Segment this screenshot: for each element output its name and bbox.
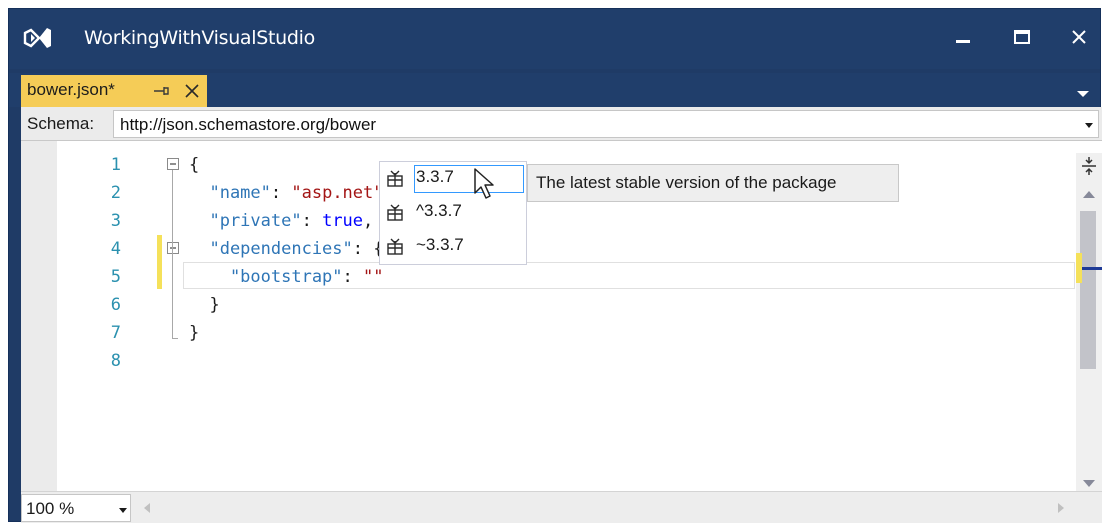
code-token: ""	[363, 267, 384, 287]
editor-margin	[21, 141, 57, 491]
split-editor-icon[interactable]	[1080, 155, 1098, 177]
completion-tooltip: The latest stable version of the package	[527, 164, 899, 202]
schema-url-value: http://json.schemastore.org/bower	[120, 115, 377, 134]
code-line[interactable]: }	[189, 295, 220, 315]
line-number: 6	[110, 295, 121, 315]
minimize-button[interactable]	[945, 21, 981, 53]
code-token: "dependencies"	[189, 239, 353, 259]
code-token: :	[270, 183, 292, 203]
scroll-down-icon[interactable]	[1082, 479, 1096, 489]
code-line[interactable]: "dependencies": {	[189, 239, 383, 259]
line-number: 1	[110, 155, 121, 175]
code-token: ,	[363, 211, 374, 231]
chevron-down-icon[interactable]	[1075, 87, 1091, 99]
close-icon	[1072, 30, 1086, 44]
vertical-scrollbar[interactable]	[1076, 153, 1102, 491]
package-icon	[387, 238, 403, 255]
code-token: true	[322, 211, 364, 231]
line-number: 8	[110, 351, 121, 371]
tab-bower-json[interactable]: bower.json*	[21, 75, 207, 107]
mouse-pointer-icon	[474, 168, 494, 199]
completion-item[interactable]: ^3.3.7	[380, 196, 526, 228]
title-bar: WorkingWithVisualStudio	[9, 9, 1100, 69]
zoom-select[interactable]: 100 %	[21, 494, 131, 522]
zoom-value: 100 %	[26, 499, 75, 518]
collapse-toggle-icon[interactable]	[167, 242, 179, 254]
line-number: 4	[110, 239, 121, 259]
line-number: 5	[110, 267, 121, 287]
line-number: 3	[110, 211, 121, 231]
tab-label: bower.json*	[27, 80, 115, 99]
completion-item-label: ~3.3.7	[416, 235, 464, 254]
scroll-right-icon[interactable]	[1057, 502, 1065, 514]
code-token: :	[301, 211, 323, 231]
code-token: "bootstrap"	[189, 267, 343, 287]
ide-window: WorkingWithVisualStudio bower.json* Sche…	[8, 8, 1102, 523]
close-button[interactable]	[1061, 21, 1097, 53]
close-icon[interactable]	[183, 82, 201, 100]
code-line[interactable]: {	[189, 155, 199, 175]
editor-status-bar: 100 %	[21, 491, 1102, 523]
document-tab-strip: bower.json*	[9, 73, 1100, 107]
tooltip-text: The latest stable version of the package	[536, 173, 837, 192]
code-token: "name"	[189, 183, 271, 203]
fold-guide-end	[172, 338, 178, 339]
code-token: "private"	[189, 211, 302, 231]
intellisense-completion-list[interactable]: 3.3.7 ^3.3.7 ~3.3.7	[379, 161, 527, 265]
code-token: {	[189, 155, 200, 175]
code-token: :	[342, 267, 364, 287]
window-title: WorkingWithVisualStudio	[84, 27, 315, 49]
visual-studio-logo-icon	[23, 28, 51, 48]
change-marker	[157, 235, 162, 289]
fold-guide	[172, 170, 173, 338]
schema-url-field[interactable]: http://json.schemastore.org/bower	[113, 110, 1099, 138]
package-icon	[387, 204, 403, 221]
line-number: 7	[110, 323, 121, 343]
line-number: 2	[110, 183, 121, 203]
code-line[interactable]: "name": "asp.net",	[189, 183, 393, 203]
completion-item[interactable]: ~3.3.7	[380, 230, 526, 262]
schema-label: Schema:	[27, 114, 95, 133]
code-line[interactable]: "bootstrap": ""	[189, 267, 384, 287]
package-icon	[387, 170, 403, 187]
code-line[interactable]: }	[189, 323, 199, 343]
minimize-icon	[956, 40, 970, 43]
chevron-down-icon[interactable]	[118, 506, 128, 514]
scrollbar-thumb[interactable]	[1080, 211, 1096, 369]
completion-item-label: ^3.3.7	[416, 201, 462, 220]
scroll-left-icon[interactable]	[143, 502, 151, 514]
completion-item-label: 3.3.7	[416, 167, 454, 186]
code-token: "asp.net"	[291, 183, 384, 203]
code-token: }	[189, 295, 220, 315]
schema-bar: Schema: http://json.schemastore.org/bowe…	[21, 107, 1102, 141]
collapse-toggle-icon[interactable]	[167, 158, 179, 170]
chevron-down-icon[interactable]	[1084, 121, 1094, 129]
scroll-up-icon[interactable]	[1082, 189, 1096, 199]
completion-item[interactable]: 3.3.7	[380, 162, 526, 194]
code-line[interactable]: "private": true,	[189, 211, 373, 231]
code-token: }	[189, 323, 200, 343]
maximize-icon	[1014, 30, 1030, 44]
pin-icon[interactable]	[153, 83, 171, 99]
caret-position-marker	[1082, 267, 1102, 270]
maximize-button[interactable]	[1004, 21, 1040, 53]
